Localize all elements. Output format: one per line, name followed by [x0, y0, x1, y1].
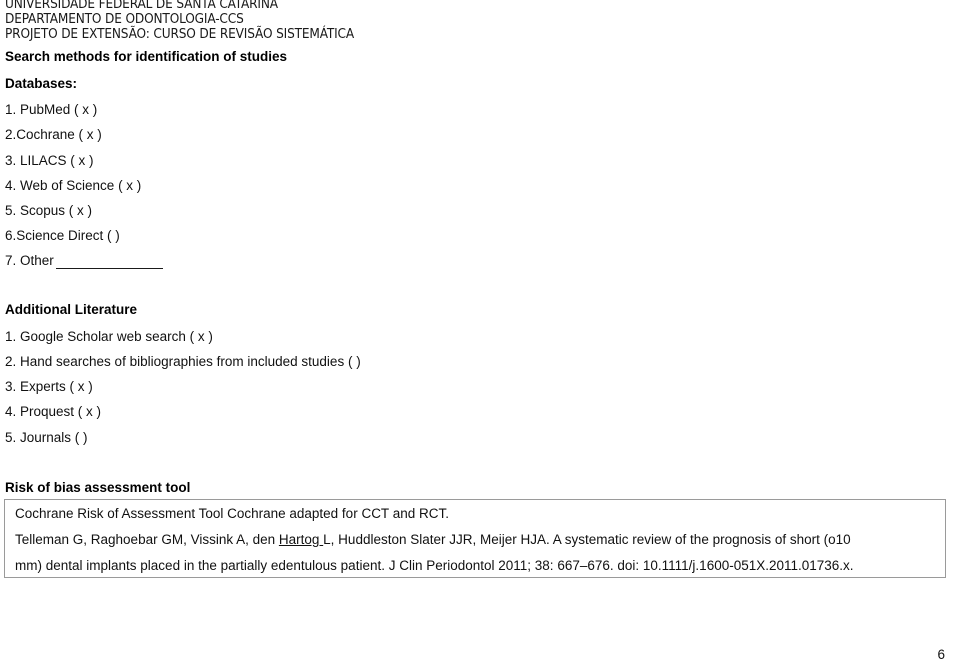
list-item[interactable]: 2. Hand searches of bibliographies from … — [5, 354, 361, 370]
citation-tool-line: Cochrane Risk of Assessment Tool Cochran… — [15, 506, 449, 521]
list-item[interactable]: 1. PubMed ( x ) — [5, 102, 97, 118]
institution-line-project: PROJETO DE EXTENSÃO: CURSO DE REVISÃO SI… — [5, 26, 355, 43]
list-item[interactable]: 5. Journals ( ) — [5, 430, 88, 446]
list-item[interactable]: 3. Experts ( x ) — [5, 379, 93, 395]
citation-authors-before: Telleman G, Raghoebar GM, Vissink A, den — [15, 532, 279, 547]
document-page: UNIVERSIDADE FEDERAL DE SANTA CATARINA D… — [0, 0, 960, 668]
institution-header: UNIVERSIDADE FEDERAL DE SANTA CATARINA D… — [5, 0, 705, 43]
page-title: Search methods for identification of stu… — [5, 49, 288, 64]
risk-of-bias-heading: Risk of bias assessment tool — [5, 480, 191, 495]
list-item-other[interactable]: 7. Other — [5, 253, 54, 269]
databases-label: Databases: — [5, 76, 78, 91]
list-item[interactable]: 6.Science Direct ( ) — [5, 228, 120, 244]
list-item[interactable]: 1. Google Scholar web search ( x ) — [5, 329, 213, 345]
list-item[interactable]: 4. Proquest ( x ) — [5, 404, 101, 420]
citation-authors-after: L, Huddleston Slater JJR, Meijer HJA. A … — [323, 532, 851, 547]
citation-authors-line: Telleman G, Raghoebar GM, Vissink A, den… — [15, 532, 851, 548]
list-item[interactable]: 5. Scopus ( x ) — [5, 203, 92, 219]
list-item[interactable]: 3. LILACS ( x ) — [5, 153, 94, 169]
list-item[interactable]: 2.Cochrane ( x ) — [5, 127, 102, 143]
citation-author-hartog: Hartog — [278, 532, 324, 547]
list-item[interactable]: 4. Web of Science ( x ) — [5, 178, 141, 194]
additional-literature-heading: Additional Literature — [5, 302, 138, 317]
page-number: 6 — [937, 647, 945, 662]
citation-box: Cochrane Risk of Assessment Tool Cochran… — [4, 499, 946, 578]
other-fill-in-blank[interactable] — [56, 268, 163, 269]
citation-journal-line: mm) dental implants placed in the partia… — [15, 558, 854, 573]
